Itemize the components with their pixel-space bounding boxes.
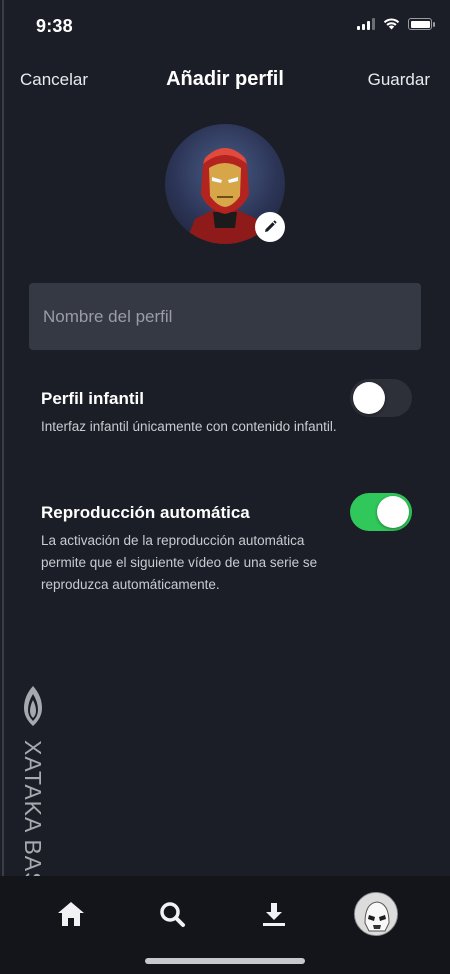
status-icons: [357, 18, 435, 30]
home-indicator: [145, 958, 305, 964]
profile-avatar[interactable]: [354, 892, 398, 936]
wifi-icon: [383, 18, 400, 30]
save-button[interactable]: Guardar: [368, 70, 430, 90]
kids-profile-description: Interfaz infantil únicamente con conteni…: [41, 419, 337, 434]
kids-profile-title: Perfil infantil: [41, 389, 144, 408]
profile-name-input[interactable]: [29, 283, 421, 350]
toggle-knob: [377, 496, 409, 528]
cellular-signal-icon: [357, 18, 375, 30]
home-icon[interactable]: [49, 892, 93, 936]
search-icon[interactable]: [150, 892, 194, 936]
status-bar: 9:38: [0, 0, 450, 54]
status-time: 9:38: [36, 16, 73, 36]
toggle-knob: [353, 382, 385, 414]
download-icon[interactable]: [252, 892, 296, 936]
xataka-logo-icon: [24, 686, 42, 726]
stormtrooper-avatar-icon: [354, 892, 398, 936]
pencil-icon[interactable]: [255, 212, 285, 242]
autoplay-toggle[interactable]: [350, 493, 412, 531]
battery-icon: [408, 18, 435, 30]
kids-profile-toggle[interactable]: [350, 379, 412, 417]
profile-avatar-picker[interactable]: [165, 124, 285, 244]
autoplay-title: Reproducción automática: [41, 503, 250, 522]
autoplay-description: La activación de la reproducción automát…: [41, 533, 318, 592]
left-edge-line: [2, 0, 4, 960]
